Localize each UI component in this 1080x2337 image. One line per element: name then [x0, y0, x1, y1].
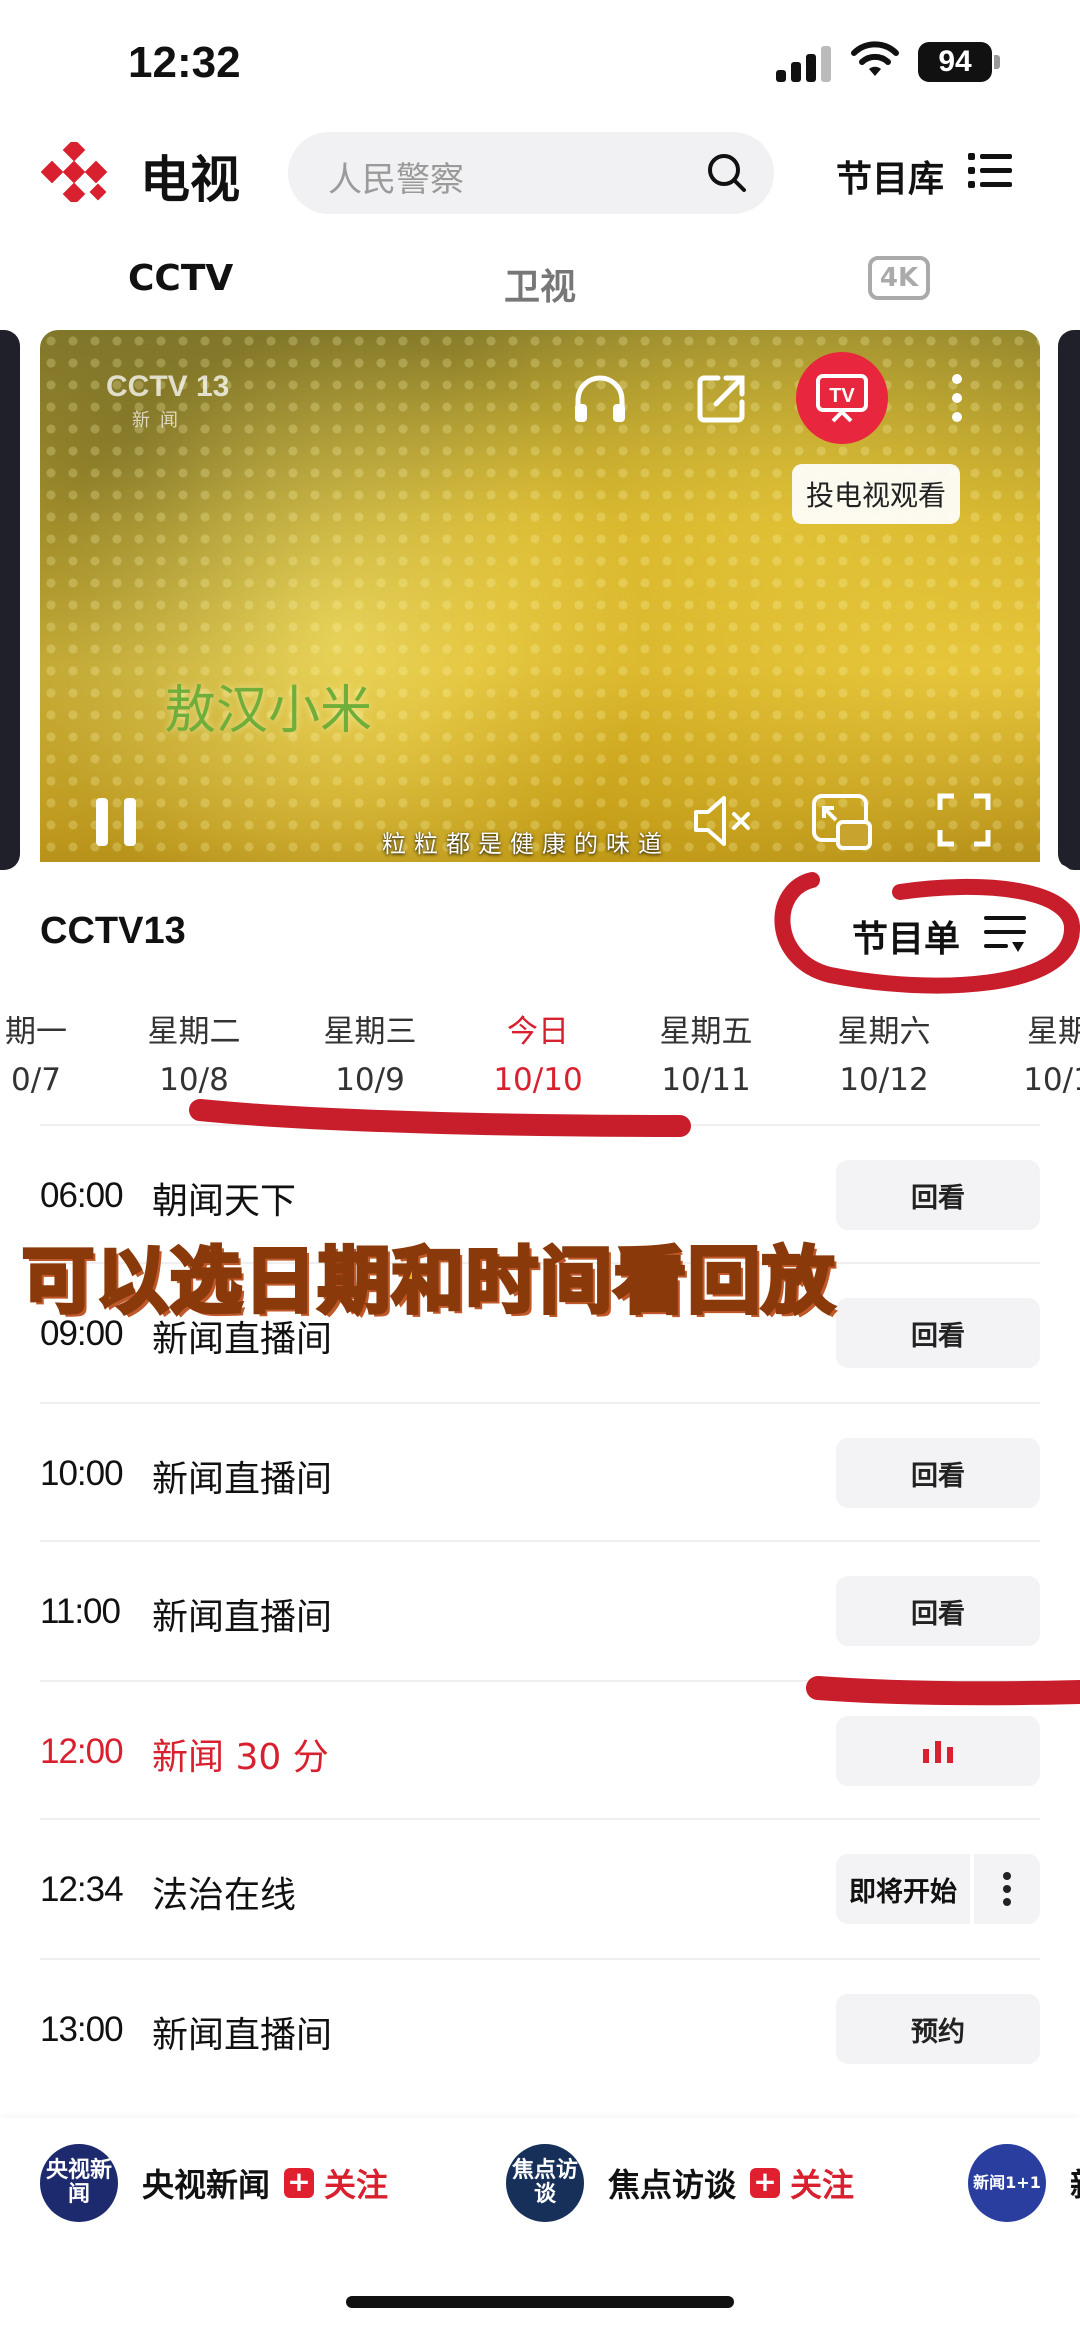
account-item[interactable]: 新闻1+1 新 [968, 2144, 1080, 2222]
follow-button[interactable]: 关注 [790, 2160, 854, 2206]
account-name: 新 [1070, 2160, 1080, 2206]
account-item[interactable]: 焦点访谈 焦点访谈 + 关注 [506, 2144, 854, 2222]
avatar: 焦点访谈 [506, 2144, 584, 2222]
avatar: 央视新闻 [40, 2144, 118, 2222]
annotation-caption: 可以选日期和时间看回放 [20, 1237, 837, 1325]
account-name: 焦点访谈 [608, 2166, 737, 2204]
home-indicator [346, 2296, 734, 2308]
plus-icon: + [750, 2168, 781, 2198]
follow-button[interactable]: 关注 [324, 2160, 388, 2206]
account-name: 央视新闻 [142, 2166, 271, 2204]
plus-icon: + [284, 2168, 315, 2198]
account-item[interactable]: 央视新闻 央视新闻 + 关注 [40, 2144, 388, 2222]
annotation-strokes [189, 872, 1080, 1706]
avatar: 新闻1+1 [968, 2144, 1046, 2222]
